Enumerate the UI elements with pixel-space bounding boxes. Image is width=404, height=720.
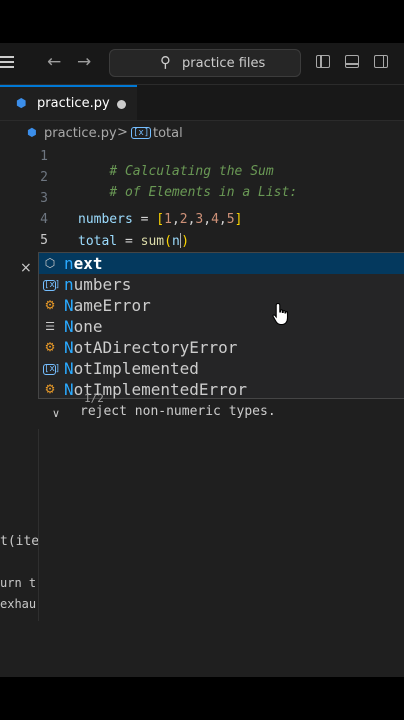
breadcrumb: ⬢ practice.py > [x] total [0,123,404,145]
code-line-5[interactable]: total = sum(n) [78,233,189,249]
unsaved-dot-icon[interactable] [117,100,126,109]
suggestion-item[interactable]: ⚙ NameError [39,295,404,316]
breadcrumb-symbol[interactable]: total [153,126,183,141]
suggestion-item[interactable]: ⬡ next [39,253,404,274]
forward-arrow-icon[interactable]: → [77,54,91,71]
variable-icon: [x] [43,280,61,291]
comment: # of Elements in a List: [109,185,298,200]
command-center-search[interactable]: ⚲ practice files [109,49,301,77]
search-icon: ⚲ [160,53,171,71]
suggestion-item[interactable]: ⚙ NotADirectoryError [39,337,404,358]
typed-argument: n [171,234,180,249]
suggestion-label: numbers [64,275,132,294]
back-arrow-icon[interactable]: ← [47,54,61,71]
variable-icon: [x] [131,127,152,139]
toggle-panel-icon[interactable] [345,55,359,68]
class-icon: ⚙ [44,382,56,396]
title-bar: ← → ⚲ practice files [0,43,404,85]
suggestion-item[interactable]: [x] NotImplemented [39,358,404,379]
breadcrumb-file[interactable]: practice.py [44,126,117,141]
tab-practice-py[interactable]: ⬢ practice.py [0,85,137,120]
number-token: 2 [179,212,188,227]
suggestion-label: next [64,254,103,273]
signature-detail: 1/2 ∨ reject non-numeric types. [38,392,404,429]
class-icon: ⚙ [44,298,56,312]
line-number: 4 [40,212,48,227]
chevron-down-icon[interactable]: ∨ [52,407,60,420]
line-number: 1 [40,149,48,164]
operator-token: = [117,234,141,249]
menu-icon[interactable] [0,56,16,71]
variable-token: numbers [78,212,133,227]
variable-token: total [78,234,118,249]
panel-divider [38,411,39,621]
method-cube-icon: ⬡ [44,256,56,270]
number-token: 1 [164,212,172,227]
suggestion-label: NameError [64,296,151,315]
suggestion-label: NotADirectoryError [64,338,238,357]
hand-pointer-icon [272,302,289,326]
toggle-primary-sidebar-icon[interactable] [316,55,330,68]
hidden-panel-text: urn t [0,576,37,590]
hidden-panel-text: exhau [0,597,37,611]
detail-text: reject non-numeric types. [80,404,276,419]
tab-bar: ⬢ practice.py [0,85,404,121]
toggle-secondary-sidebar-icon[interactable] [374,55,388,68]
comma-token: , [203,212,212,227]
breadcrumb-separator: > [117,125,128,140]
hidden-panel-text: t(ite [0,534,40,549]
number-token: 4 [211,212,219,227]
tab-label: practice.py [37,96,110,111]
autocomplete-suggest-widget: ⬡ next [x] numbers ⚙ NameError ☰ None ⚙ … [38,252,404,399]
vscode-window: ← → ⚲ practice files ⬢ practice.py ⬢ pra… [0,43,404,677]
number-token: 5 [226,212,235,227]
keyword-icon: ☰ [45,320,55,333]
suggestion-label: None [64,317,103,336]
bracket-token: ( [164,234,172,249]
close-icon[interactable]: × [20,260,32,276]
comma-token: , [218,212,227,227]
operator-token: = [132,212,157,227]
python-file-icon: ⬢ [27,126,37,139]
bracket-token: ] [234,212,243,227]
line-number-current: 5 [40,233,48,248]
line-number: 3 [40,191,48,206]
search-placeholder: practice files [182,56,266,71]
function-token: sum [140,234,165,249]
python-file-icon: ⬢ [16,96,27,110]
class-icon: ⚙ [44,340,56,354]
bracket-token: [ [156,212,165,227]
variable-icon: [x] [43,364,61,375]
bracket-token: ) [181,234,190,249]
line-number: 2 [40,170,48,185]
suggestion-item[interactable]: [x] numbers [39,274,404,295]
code-line-2[interactable]: # of Elements in a List: [78,170,297,215]
code-line-4[interactable]: numbers = [1,2,3,4,5] [78,212,242,227]
suggestion-item[interactable]: ☰ None [39,316,404,337]
suggestion-label: NotImplemented [64,359,199,378]
comma-token: , [171,212,180,227]
